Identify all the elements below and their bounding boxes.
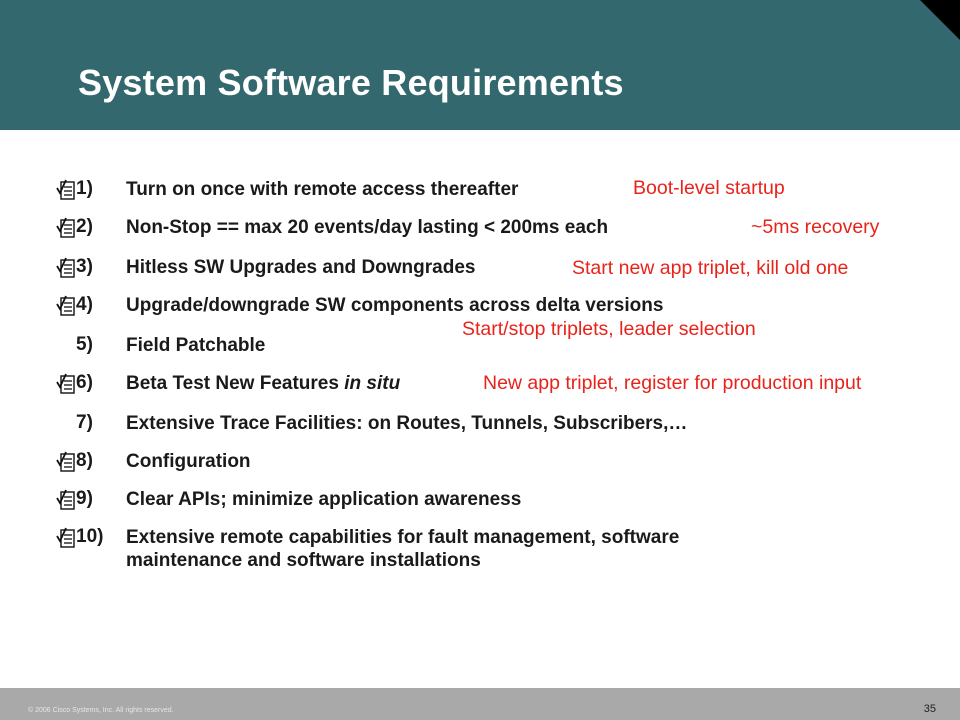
- item-number: 5): [76, 334, 93, 355]
- checkbox-checked-icon: [56, 489, 75, 510]
- item-text: Turn on once with remote access thereaft…: [126, 179, 519, 200]
- checkbox-checked-icon: [56, 295, 75, 316]
- item-number: 3): [76, 256, 93, 277]
- note-recovery: ~5ms recovery: [751, 216, 880, 238]
- requirements-list: 1) Turn on once with remote access there…: [0, 0, 960, 720]
- item-text-italic: in situ: [344, 373, 401, 394]
- item-text-plain: Beta Test New Features: [126, 373, 345, 394]
- copyright-text: © 2006 Cisco Systems, Inc. All rights re…: [28, 707, 174, 714]
- item-text: Extensive Trace Facilities: on Routes, T…: [126, 413, 688, 434]
- item-text-line2: maintenance and software installations: [126, 550, 481, 571]
- item-number: 4): [76, 294, 93, 315]
- item-text: Hitless SW Upgrades and Downgrades: [126, 257, 476, 278]
- page-number: 35: [923, 703, 936, 715]
- checkbox-checked-icon: [56, 257, 75, 278]
- slide: System Software Requirements 1) Turn on …: [0, 0, 960, 720]
- item-number: 9): [76, 488, 93, 509]
- item-text: Beta Test New Features in situ: [126, 372, 400, 395]
- checkbox-checked-icon: [56, 451, 75, 472]
- item-number: 10): [76, 526, 104, 547]
- checkbox-checked-icon: [56, 527, 75, 548]
- item-text: Configuration: [126, 451, 251, 472]
- checkbox-checked-icon: [56, 217, 75, 238]
- note-triplet-leader: Start/stop triplets, leader selection: [462, 318, 756, 340]
- footer-bar: [0, 688, 960, 720]
- item-number: 6): [76, 372, 93, 393]
- item-text: Extensive remote capabilities for fault …: [126, 527, 680, 548]
- checkbox-checked-icon: [56, 179, 75, 200]
- note-boot-level: Boot-level startup: [633, 177, 785, 199]
- item-text: Clear APIs; minimize application awarene…: [126, 489, 522, 510]
- item-text: Field Patchable: [126, 335, 266, 356]
- item-text: Non-Stop == max 20 events/day lasting < …: [126, 217, 609, 238]
- item-text: Upgrade/downgrade SW components across d…: [126, 295, 664, 316]
- item-number: 1): [76, 178, 93, 199]
- item-number: 8): [76, 450, 93, 471]
- item-number: 7): [76, 412, 93, 433]
- item-number: 2): [76, 216, 93, 237]
- checkbox-checked-icon: [56, 373, 75, 394]
- note-triplet-start: Start new app triplet, kill old one: [572, 257, 849, 279]
- note-triplet-register: New app triplet, register for production…: [483, 372, 862, 394]
